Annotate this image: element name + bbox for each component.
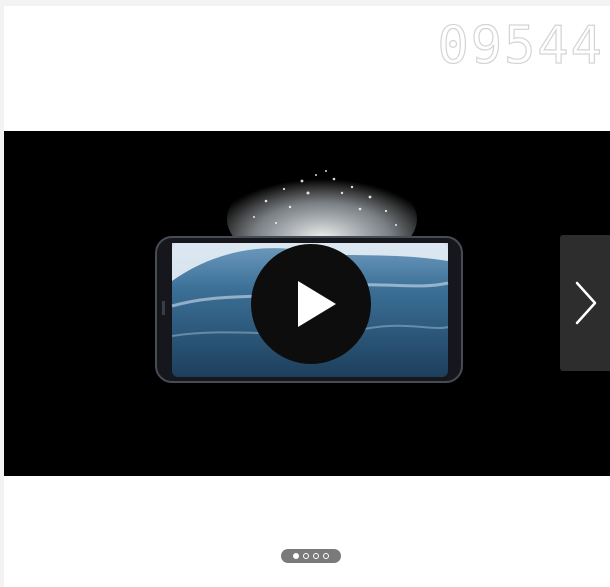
play-button[interactable]: [251, 244, 371, 364]
video-slide[interactable]: [4, 131, 610, 476]
slide-pagination: [281, 549, 341, 563]
pagination-dot-2[interactable]: [303, 553, 309, 559]
visitor-counter: 09544: [437, 16, 604, 76]
pagination-dot-3[interactable]: [313, 553, 319, 559]
next-slide-button[interactable]: [560, 235, 610, 371]
pagination-dot-1[interactable]: [293, 553, 299, 559]
phone-wave-image: [155, 169, 463, 383]
page: 09544: [4, 6, 610, 587]
chevron-right-icon: [575, 281, 597, 325]
pagination-dot-4[interactable]: [323, 553, 329, 559]
